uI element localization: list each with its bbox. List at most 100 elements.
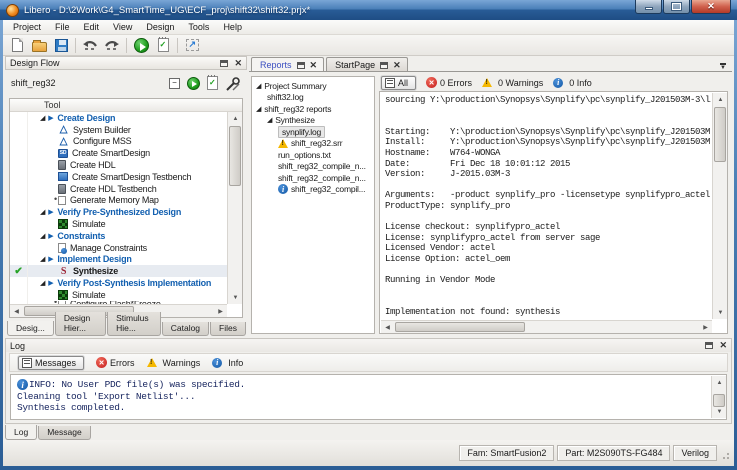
menu-tools[interactable]: Tools: [181, 21, 216, 33]
float-panel-icon[interactable]: [220, 60, 228, 67]
flow-tree-row[interactable]: ◢▶Verify Post-Synthesis Implementation: [10, 277, 227, 289]
close-panel-icon[interactable]: ✕: [234, 59, 242, 68]
scroll-up-button[interactable]: ▲: [712, 376, 727, 389]
flow-report-button[interactable]: [207, 76, 218, 90]
expander-icon[interactable]: ◢: [256, 82, 261, 90]
minimize-button[interactable]: [635, 0, 662, 14]
message-log[interactable]: sourcing Y:\production\Synopsys\Synplify…: [385, 95, 711, 319]
expander-icon[interactable]: ◢: [40, 255, 45, 263]
tab-design-hier[interactable]: Design Hier...: [55, 312, 106, 336]
expander-icon[interactable]: ◢: [256, 105, 261, 113]
flow-tree-row[interactable]: △Configure MSS: [10, 136, 227, 148]
float-tab-icon[interactable]: [297, 62, 305, 69]
window-titlebar[interactable]: Libero - D:\2Work\G4_SmartTime_UG\ECF_pr…: [0, 0, 737, 20]
reports-tree-row[interactable]: ◢Synthesize: [252, 115, 374, 127]
menu-file[interactable]: File: [48, 21, 77, 33]
flow-tree-row[interactable]: ◢▶Verify Pre-Synthesized Design: [10, 206, 227, 218]
flow-tree-row[interactable]: ✔SSynthesize: [10, 265, 227, 277]
expander-icon[interactable]: ◢: [267, 116, 272, 124]
scroll-down-button[interactable]: ▼: [228, 291, 243, 304]
scroll-right-button[interactable]: ▶: [214, 305, 227, 318]
scroll-right-button[interactable]: ▶: [699, 321, 712, 334]
tab-files[interactable]: Files: [210, 322, 246, 336]
tab-catalog[interactable]: Catalog: [162, 322, 209, 336]
tab-message[interactable]: Message: [38, 426, 91, 440]
float-tab-icon[interactable]: [380, 62, 388, 69]
flow-tree-row[interactable]: ◢▶Implement Design: [10, 254, 227, 266]
filter-info-button[interactable]: 0 Info: [553, 78, 592, 88]
flow-tree-row[interactable]: Create HDL Testbench: [10, 183, 227, 195]
tool-column-header[interactable]: Tool: [10, 99, 242, 112]
scroll-thumb[interactable]: [395, 322, 525, 332]
reports-tree-row[interactable]: ◢Project Summary: [252, 80, 374, 92]
vertical-scrollbar[interactable]: ▲ ▼: [227, 112, 242, 304]
expander-icon[interactable]: ◢: [40, 232, 45, 240]
new-project-button[interactable]: [6, 36, 28, 55]
vertical-scrollbar[interactable]: ▲ ▼: [712, 93, 727, 319]
tab-log[interactable]: Log: [5, 425, 37, 440]
open-project-button[interactable]: [28, 36, 50, 55]
reports-tree-row[interactable]: synplify.log: [252, 126, 374, 138]
menu-project[interactable]: Project: [6, 21, 48, 33]
menu-edit[interactable]: Edit: [77, 21, 107, 33]
flow-tree-row[interactable]: Simulate: [10, 218, 227, 230]
flow-tree-row[interactable]: △System Builder: [10, 124, 227, 136]
float-panel-icon[interactable]: [705, 342, 713, 349]
reports-tree-row[interactable]: shift_reg32_compile_n...: [252, 161, 374, 173]
flow-tree-row[interactable]: Simulate: [10, 289, 227, 301]
resize-grip[interactable]: [720, 446, 730, 460]
undo-button[interactable]: [79, 36, 101, 55]
tab-startpage[interactable]: StartPage✕: [326, 57, 408, 71]
expander-icon[interactable]: ◢: [40, 279, 45, 287]
scroll-left-button[interactable]: ◀: [381, 321, 394, 334]
run-flow-button[interactable]: [187, 77, 200, 90]
reports-tree-row[interactable]: shift_reg32_compil...: [252, 184, 374, 196]
menu-view[interactable]: View: [106, 21, 139, 33]
flow-tree-row[interactable]: Create HDL: [10, 159, 227, 171]
tab-desig[interactable]: Desig...: [7, 321, 54, 336]
expander-icon[interactable]: ◢: [40, 208, 45, 216]
horizontal-scrollbar[interactable]: ◀ ▶: [381, 320, 712, 333]
flow-tree-row[interactable]: ◢▶Constraints: [10, 230, 227, 242]
filter-errors-button[interactable]: Errors: [96, 357, 135, 368]
reports-tree-row[interactable]: shift32.log: [252, 92, 374, 104]
filter-all-button[interactable]: All: [381, 76, 416, 90]
redo-button[interactable]: [101, 36, 123, 55]
maximize-view-button[interactable]: [181, 36, 203, 55]
flow-settings-button[interactable]: [225, 77, 241, 92]
menu-help[interactable]: Help: [216, 21, 249, 33]
scroll-up-button[interactable]: ▲: [228, 112, 243, 125]
report-button[interactable]: [152, 36, 174, 55]
vertical-scrollbar[interactable]: ▲ ▼: [711, 376, 726, 418]
scroll-up-button[interactable]: ▲: [713, 93, 728, 106]
filter-warnings-button[interactable]: Warnings: [147, 358, 201, 368]
flow-tree-row[interactable]: ◢▶Create Design: [10, 112, 227, 124]
flow-tree-row[interactable]: SDCreate SmartDesign: [10, 147, 227, 159]
flow-tree-row[interactable]: Generate Memory Map: [10, 195, 227, 207]
reports-tree-row[interactable]: run_options.txt: [252, 149, 374, 161]
scroll-thumb[interactable]: [714, 107, 726, 162]
flow-tree-row[interactable]: Manage Constraints: [10, 242, 227, 254]
log-text[interactable]: INFO: No User PDC file(s) was specified.…: [17, 379, 710, 417]
scroll-down-button[interactable]: ▼: [713, 306, 728, 319]
expander-icon[interactable]: ◢: [40, 114, 45, 122]
close-panel-icon[interactable]: ✕: [719, 341, 727, 350]
filter-warnings-button[interactable]: 0 Warnings: [482, 78, 543, 88]
filter-messages-button[interactable]: Messages: [18, 356, 84, 370]
scroll-left-button[interactable]: ◀: [10, 305, 23, 318]
close-tab-icon[interactable]: ✕: [310, 61, 318, 70]
filter-errors-button[interactable]: 0 Errors: [426, 77, 472, 88]
run-button[interactable]: [130, 36, 152, 55]
collapse-all-button[interactable]: −: [169, 78, 180, 89]
reports-tree-row[interactable]: shift_reg32.srr: [252, 138, 374, 150]
menu-design[interactable]: Design: [139, 21, 181, 33]
flow-tree-row[interactable]: Create SmartDesign Testbench: [10, 171, 227, 183]
reports-tree-row[interactable]: shift_reg32_compile_n...: [252, 172, 374, 184]
close-tab-icon[interactable]: ✕: [393, 61, 401, 70]
maximize-button[interactable]: [663, 0, 690, 14]
reports-tree-row[interactable]: ◢shift_reg32 reports: [252, 103, 374, 115]
save-button[interactable]: [50, 36, 72, 55]
tab-reports[interactable]: Reports✕: [251, 57, 324, 71]
close-button[interactable]: ✕: [691, 0, 731, 14]
scroll-down-button[interactable]: ▼: [712, 405, 727, 418]
